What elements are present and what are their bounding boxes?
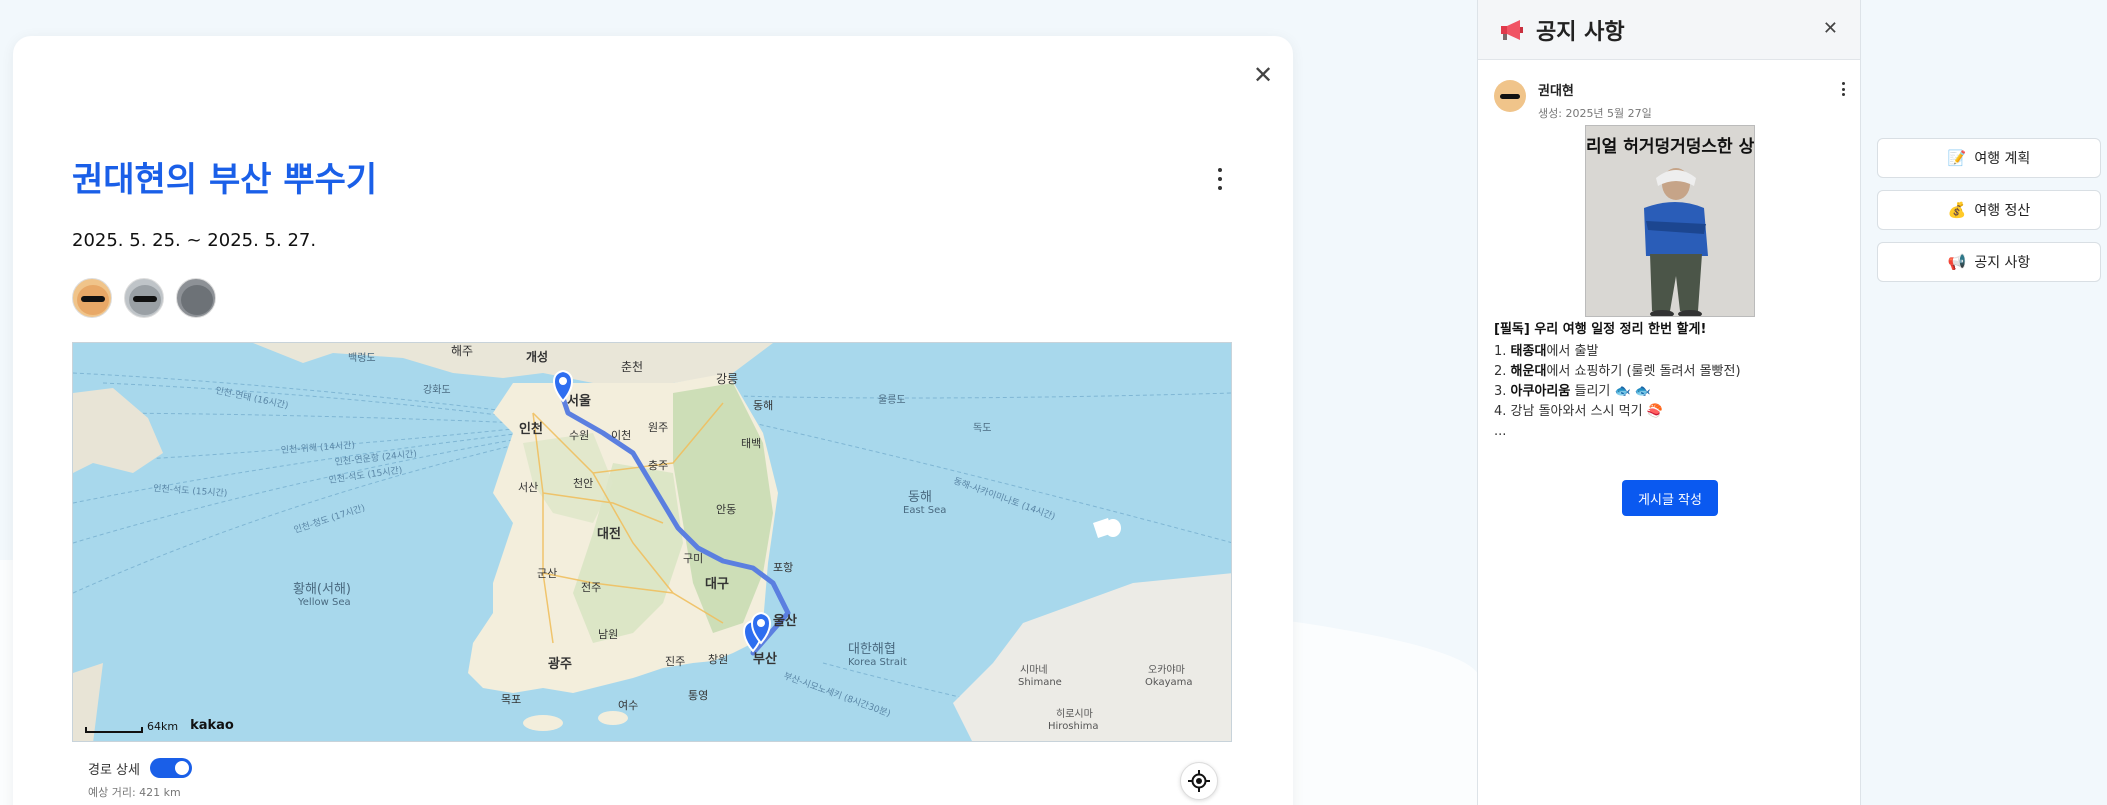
svg-text:태백: 태백 bbox=[741, 437, 761, 450]
svg-text:광주: 광주 bbox=[548, 657, 572, 672]
menu-notice-button[interactable]: 📢 공지 사항 bbox=[1877, 242, 2101, 282]
member-avatar[interactable] bbox=[124, 278, 164, 318]
map-scale: 64km kakao bbox=[85, 718, 234, 733]
svg-text:전주: 전주 bbox=[581, 581, 601, 594]
side-menu: 📝 여행 계획 💰 여행 정산 📢 공지 사항 bbox=[1877, 138, 2101, 282]
post-more-menu-icon[interactable] bbox=[1838, 82, 1848, 96]
close-icon[interactable]: ✕ bbox=[1823, 18, 1838, 39]
svg-text:부산: 부산 bbox=[753, 651, 777, 667]
money-bag-icon: 💰 bbox=[1947, 201, 1967, 219]
svg-text:히로시마: 히로시마 bbox=[1056, 708, 1093, 720]
route-map[interactable]: 해주 개성 춘천 강릉 서울 인천 수원 이천 원주 동해 태백 충주 서산 천… bbox=[72, 342, 1232, 742]
write-post-button[interactable]: 게시글 작성 bbox=[1622, 480, 1718, 516]
svg-text:동해: 동해 bbox=[908, 490, 932, 505]
member-avatars bbox=[72, 278, 216, 318]
menu-item-label: 여행 계획 bbox=[1974, 151, 2031, 167]
menu-trip-plan-button[interactable]: 📝 여행 계획 bbox=[1877, 138, 2101, 178]
svg-text:East Sea: East Sea bbox=[903, 505, 946, 516]
trip-dates: 2025. 5. 25. ~ 2025. 5. 27. bbox=[72, 230, 317, 251]
svg-text:황해(서해): 황해(서해) bbox=[293, 582, 351, 597]
member-avatar[interactable] bbox=[176, 278, 216, 318]
notice-panel-title: 공지 사항 bbox=[1536, 19, 1625, 45]
svg-text:목포: 목포 bbox=[501, 693, 521, 706]
svg-text:Yellow Sea: Yellow Sea bbox=[297, 597, 351, 608]
megaphone-icon bbox=[1501, 19, 1523, 40]
svg-text:시마네: 시마네 bbox=[1020, 664, 1048, 676]
svg-text:통영: 통영 bbox=[688, 689, 708, 702]
trip-more-menu-icon[interactable] bbox=[1210, 168, 1230, 190]
svg-text:원주: 원주 bbox=[648, 421, 668, 434]
svg-text:울릉도: 울릉도 bbox=[878, 394, 906, 406]
svg-text:동해: 동해 bbox=[753, 398, 773, 412]
route-detail-toggle[interactable] bbox=[149, 758, 192, 778]
svg-text:남원: 남원 bbox=[598, 628, 618, 641]
svg-text:Korea Strait: Korea Strait bbox=[848, 657, 907, 668]
menu-item-label: 여행 정산 bbox=[1974, 203, 2031, 219]
svg-text:개성: 개성 bbox=[526, 350, 548, 364]
svg-text:수원: 수원 bbox=[569, 429, 589, 442]
post-body: 1. 태종대에서 출발 2. 해운대에서 쇼핑하기 (룰렛 돌려서 몰빵전) 3… bbox=[1494, 342, 1741, 442]
post-title: [필독] 우리 여행 일정 정리 한번 할게! bbox=[1494, 322, 1707, 337]
current-location-button[interactable] bbox=[1180, 762, 1218, 800]
crosshair-icon bbox=[1188, 770, 1210, 792]
svg-text:서울: 서울 bbox=[567, 393, 591, 409]
svg-text:진주: 진주 bbox=[665, 655, 685, 668]
post-image: 리얼 허거덩거덩스한 상황 bbox=[1585, 125, 1755, 317]
list-item: 4. 강남 돌아와서 스시 먹기 🍣 bbox=[1494, 404, 1663, 419]
svg-text:독도: 독도 bbox=[973, 422, 991, 434]
svg-text:충주: 충주 bbox=[648, 459, 668, 472]
list-item: 2. 해운대에서 쇼핑하기 (룰렛 돌려서 몰빵전) bbox=[1494, 364, 1741, 379]
post-created-date: 생성: 2025년 5월 27일 bbox=[1538, 107, 1652, 120]
svg-text:구미: 구미 bbox=[683, 552, 703, 565]
map-canvas[interactable]: 해주 개성 춘천 강릉 서울 인천 수원 이천 원주 동해 태백 충주 서산 천… bbox=[73, 343, 1232, 742]
menu-item-label: 공지 사항 bbox=[1974, 255, 2031, 271]
svg-text:강화도: 강화도 bbox=[423, 384, 451, 396]
svg-text:울산: 울산 bbox=[773, 613, 797, 629]
notice-panel-header: 공지 사항 ✕ bbox=[1478, 0, 1860, 60]
member-avatar[interactable] bbox=[72, 278, 112, 318]
list-item: 3. 아쿠아리움 들리기 🐟 🐟 bbox=[1494, 384, 1652, 399]
svg-text:대전: 대전 bbox=[597, 526, 621, 542]
person-figure-icon bbox=[1644, 168, 1708, 316]
svg-text:Hiroshima: Hiroshima bbox=[1048, 721, 1099, 732]
svg-text:백령도: 백령도 bbox=[348, 352, 376, 364]
svg-text:춘천: 춘천 bbox=[621, 359, 643, 374]
svg-text:서산: 서산 bbox=[518, 481, 538, 494]
svg-text:대구: 대구 bbox=[705, 577, 729, 592]
svg-text:대한해협: 대한해협 bbox=[848, 642, 896, 657]
svg-text:Shimane: Shimane bbox=[1018, 677, 1062, 688]
post-author-name: 권대현 bbox=[1538, 84, 1574, 99]
route-detail-row: 경로 상세 bbox=[88, 758, 192, 778]
notice-panel: 공지 사항 ✕ 권대현 생성: 2025년 5월 27일 리얼 허거덩거덩스한 … bbox=[1477, 0, 1861, 805]
svg-text:이천: 이천 bbox=[611, 428, 631, 442]
map-brand-logo: kakao bbox=[190, 718, 234, 733]
estimated-distance: 예상 거리: 421 km bbox=[88, 786, 181, 799]
avatar bbox=[1494, 80, 1526, 112]
menu-settlement-button[interactable]: 💰 여행 정산 bbox=[1877, 190, 2101, 230]
svg-text:군산: 군산 bbox=[537, 567, 557, 580]
svg-text:강릉: 강릉 bbox=[716, 372, 738, 386]
svg-text:천안: 천안 bbox=[573, 476, 593, 490]
svg-text:인천: 인천 bbox=[519, 421, 543, 437]
list-ellipsis: ... bbox=[1494, 424, 1507, 439]
map-scale-text: 64km bbox=[147, 720, 179, 733]
memo-icon: 📝 bbox=[1947, 149, 1967, 167]
svg-text:안동: 안동 bbox=[716, 503, 736, 516]
svg-text:Okayama: Okayama bbox=[1145, 677, 1193, 688]
trip-title: 권대현의 부산 뿌수기 bbox=[72, 160, 378, 200]
close-card-button[interactable]: ✕ bbox=[1248, 60, 1278, 90]
megaphone-icon: 📢 bbox=[1947, 253, 1967, 271]
post-author-row: 권대현 생성: 2025년 5월 27일 bbox=[1494, 80, 1652, 121]
svg-text:해주: 해주 bbox=[451, 344, 473, 358]
svg-text:포항: 포항 bbox=[773, 561, 793, 574]
svg-text:오카야마: 오카야마 bbox=[1148, 664, 1185, 676]
svg-text:창원: 창원 bbox=[708, 653, 728, 666]
svg-text:여수: 여수 bbox=[618, 699, 638, 712]
route-detail-label: 경로 상세 bbox=[88, 762, 140, 778]
list-item: 1. 태종대에서 출발 bbox=[1494, 344, 1599, 359]
